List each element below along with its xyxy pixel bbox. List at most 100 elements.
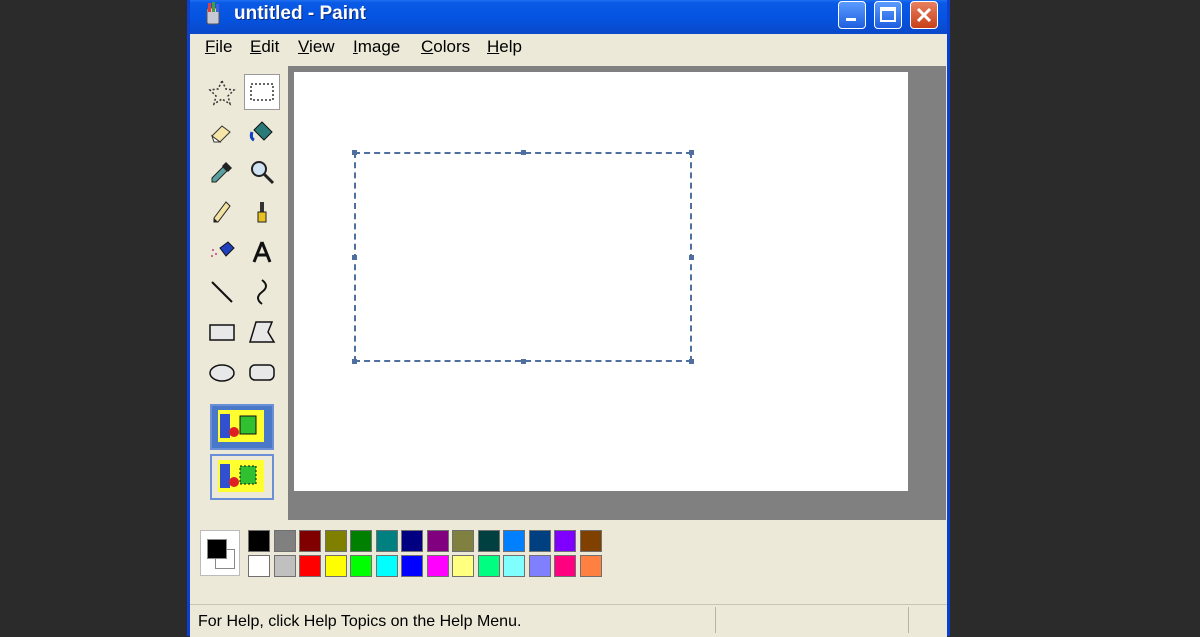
palette-swatch[interactable] xyxy=(503,555,525,577)
magnifier-icon xyxy=(251,161,275,185)
palette-swatch[interactable] xyxy=(528,555,551,577)
tool-eraser[interactable] xyxy=(204,114,240,150)
tool-curve[interactable] xyxy=(244,274,280,310)
tool-rectangle[interactable] xyxy=(204,314,240,350)
rectangle-selection[interactable] xyxy=(354,152,692,362)
tool-airbrush[interactable] xyxy=(204,234,240,270)
tool-magnifier[interactable] xyxy=(244,154,280,190)
text-icon xyxy=(252,241,272,263)
paint-window: untitled - Paint File Edit View Image Co… xyxy=(187,0,950,637)
paint-app-icon xyxy=(206,2,220,25)
maximize-icon xyxy=(880,7,896,22)
palette-swatch[interactable] xyxy=(554,555,576,577)
palette-swatch[interactable] xyxy=(426,555,449,577)
tool-pencil[interactable] xyxy=(204,194,240,230)
palette-swatch[interactable] xyxy=(299,530,321,552)
selection-handle[interactable] xyxy=(352,359,357,364)
palette-swatch[interactable] xyxy=(554,530,576,552)
tool-fill[interactable] xyxy=(244,114,280,150)
pick-color-icon xyxy=(211,162,232,183)
selection-handle[interactable] xyxy=(521,150,526,155)
menu-help[interactable]: Help xyxy=(487,37,522,57)
palette-swatch[interactable] xyxy=(273,530,296,552)
selection-handle[interactable] xyxy=(689,359,694,364)
close-button[interactable] xyxy=(910,1,938,29)
tool-polygon[interactable] xyxy=(244,314,280,350)
palette-swatch[interactable] xyxy=(401,530,423,552)
selection-handle[interactable] xyxy=(689,150,694,155)
menu-colors[interactable]: Colors xyxy=(421,37,470,57)
selection-handle[interactable] xyxy=(521,359,526,364)
close-icon xyxy=(916,7,932,23)
opaque-selection-option[interactable] xyxy=(210,404,274,450)
curve-icon xyxy=(257,279,267,305)
status-segment xyxy=(715,607,716,633)
eraser-icon xyxy=(211,125,231,143)
transparent-selection-option[interactable] xyxy=(210,454,274,500)
palette-swatch[interactable] xyxy=(401,555,423,577)
tool-ellipse[interactable] xyxy=(204,354,240,390)
menu-file-label: File xyxy=(205,37,233,56)
palette-swatch[interactable] xyxy=(503,530,525,552)
palette-swatch[interactable] xyxy=(299,555,321,577)
palette-swatch[interactable] xyxy=(426,530,449,552)
foreground-color[interactable] xyxy=(207,539,227,559)
status-segment xyxy=(908,607,909,633)
palette-swatch[interactable] xyxy=(579,555,602,577)
canvas-scroll-area xyxy=(288,66,946,520)
palette-swatch[interactable] xyxy=(528,530,551,552)
tool-brush[interactable] xyxy=(244,194,280,230)
selection-handle[interactable] xyxy=(352,150,357,155)
menu-view-label: View xyxy=(298,37,335,56)
palette-swatch[interactable] xyxy=(375,555,398,577)
palette-swatch[interactable] xyxy=(477,555,500,577)
tool-line[interactable] xyxy=(204,274,240,310)
current-colors[interactable] xyxy=(200,530,240,576)
status-text: For Help, click Help Topics on the Help … xyxy=(198,613,522,630)
fill-bucket-icon xyxy=(249,121,273,142)
ellipse-icon xyxy=(209,364,235,382)
menu-colors-label: Colors xyxy=(421,37,471,56)
pencil-icon xyxy=(213,201,231,223)
status-bar: For Help, click Help Topics on the Help … xyxy=(190,604,947,637)
maximize-button[interactable] xyxy=(874,1,902,29)
palette-swatch[interactable] xyxy=(350,555,372,577)
palette-swatch[interactable] xyxy=(477,530,500,552)
menu-view[interactable]: View xyxy=(298,37,335,57)
brush-icon xyxy=(257,202,267,223)
tool-pick-color[interactable] xyxy=(204,154,240,190)
window-title: untitled - Paint xyxy=(234,3,366,24)
menu-help-label: Help xyxy=(487,37,522,56)
palette-swatch[interactable] xyxy=(324,555,347,577)
menu-bar: File Edit View Image Colors Help xyxy=(190,34,947,60)
menu-file[interactable]: File xyxy=(205,37,232,57)
palette-swatch[interactable] xyxy=(248,555,270,577)
line-icon xyxy=(211,281,233,303)
palette-swatch[interactable] xyxy=(248,530,270,552)
palette-swatch[interactable] xyxy=(324,530,347,552)
menu-edit-label: Edit xyxy=(250,37,280,56)
palette-swatch[interactable] xyxy=(350,530,372,552)
tool-free-form-select[interactable] xyxy=(204,74,240,110)
title-bar[interactable]: untitled - Paint xyxy=(190,0,947,34)
palette-swatch[interactable] xyxy=(375,530,398,552)
rectangle-select-icon xyxy=(250,83,274,101)
menu-image[interactable]: Image xyxy=(353,37,400,57)
minimize-button[interactable] xyxy=(838,1,866,29)
minimize-icon xyxy=(846,18,856,21)
tool-text[interactable] xyxy=(244,234,280,270)
selection-handle[interactable] xyxy=(352,255,357,260)
palette-swatch[interactable] xyxy=(452,555,474,577)
menu-edit[interactable]: Edit xyxy=(250,37,279,57)
tool-rounded-rectangle[interactable] xyxy=(244,354,280,390)
tool-rectangle-select[interactable] xyxy=(244,74,280,110)
toolbox xyxy=(200,70,288,510)
palette-swatch[interactable] xyxy=(273,555,296,577)
selection-handle[interactable] xyxy=(689,255,694,260)
palette-swatch[interactable] xyxy=(579,530,602,552)
drawing-canvas[interactable] xyxy=(294,72,908,491)
palette-swatch[interactable] xyxy=(452,530,474,552)
transparent-option-icon xyxy=(218,460,264,492)
rounded-rectangle-icon xyxy=(249,364,275,381)
menu-image-label: Image xyxy=(353,37,401,56)
